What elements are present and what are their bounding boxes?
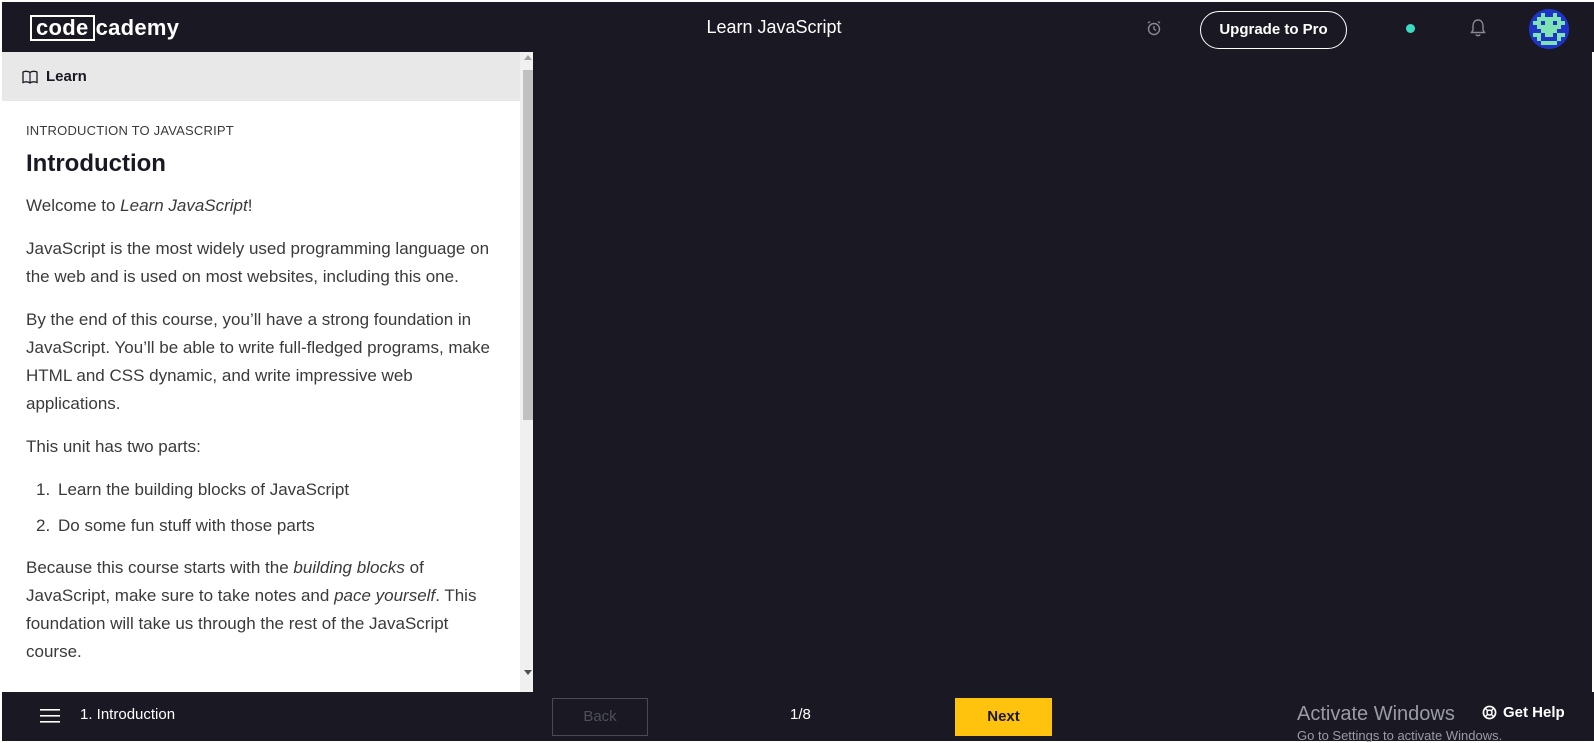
list-item: 2. Do some fun stuff with those parts xyxy=(26,512,496,540)
lesson-progress: 1/8 xyxy=(790,706,811,723)
workspace-panel xyxy=(533,52,1594,692)
para4-emphasis: pace yourself xyxy=(334,586,436,605)
list-text: Learn the building blocks of JavaScript xyxy=(58,480,350,499)
bell-icon[interactable] xyxy=(1468,18,1488,38)
list-item: 1. Learn the building blocks of JavaScrip… xyxy=(26,476,496,504)
lesson-breadcrumb[interactable]: 1. Introduction xyxy=(80,706,175,723)
learn-panel: Learn INTRODUCTION TO JAVASCRIPT Introdu… xyxy=(0,52,535,692)
bottom-bar: 1. Introduction Back 1/8 Next Activate W… xyxy=(0,692,1594,743)
para4-emphasis: building blocks xyxy=(293,558,405,577)
back-button[interactable]: Back xyxy=(552,698,648,736)
scroll-up-arrow[interactable] xyxy=(524,55,532,60)
list-number: 1. xyxy=(36,480,51,499)
lesson-eyebrow: INTRODUCTION TO JAVASCRIPT xyxy=(26,123,234,138)
welcome-prefix: Welcome to xyxy=(26,196,121,215)
status-dot xyxy=(1406,24,1415,33)
para4-part: Because this course starts with the xyxy=(26,558,294,577)
lifebuoy-icon xyxy=(1482,705,1497,720)
welcome-suffix: ! xyxy=(247,196,253,215)
welcome-course-name: Learn JavaScript xyxy=(120,196,248,215)
avatar[interactable] xyxy=(1529,9,1569,49)
paragraph-1: JavaScript is the most widely used progr… xyxy=(26,239,490,286)
next-button[interactable]: Next xyxy=(955,698,1052,736)
top-navbar: code cademy Learn JavaScript Upgrade to … xyxy=(0,0,1594,52)
paragraph-3: This unit has two parts: xyxy=(26,437,201,456)
get-help-button[interactable]: Get Help xyxy=(1482,704,1565,721)
unit-parts-list: 1. Learn the building blocks of JavaScrip… xyxy=(26,476,496,540)
scroll-thumb[interactable] xyxy=(523,70,533,420)
scroll-down-arrow[interactable] xyxy=(524,670,532,675)
activate-windows-subtitle: Go to Settings to activate Windows. xyxy=(1297,728,1503,742)
paragraph-2: By the end of this course, you’ll have a… xyxy=(26,310,490,413)
paragraph-4: Because this course starts with the buil… xyxy=(26,554,496,666)
alarm-icon[interactable] xyxy=(1146,20,1162,36)
upgrade-to-pro-button[interactable]: Upgrade to Pro xyxy=(1200,11,1347,49)
lesson-title: Introduction xyxy=(26,150,166,177)
lesson-content: INTRODUCTION TO JAVASCRIPT Introduction … xyxy=(26,122,496,692)
activate-windows-title: Activate Windows xyxy=(1297,703,1455,725)
learn-tab-label: Learn xyxy=(46,68,87,85)
list-number: 2. xyxy=(36,516,51,535)
avatar-pixel-icon xyxy=(1529,9,1569,49)
get-help-label: Get Help xyxy=(1503,704,1565,721)
list-text: Do some fun stuff with those parts xyxy=(58,516,315,535)
welcome-paragraph: Welcome to Learn JavaScript! xyxy=(26,192,496,220)
learn-tab[interactable]: Learn xyxy=(2,52,520,101)
book-icon xyxy=(22,70,38,84)
hamburger-menu-icon[interactable] xyxy=(40,709,60,723)
